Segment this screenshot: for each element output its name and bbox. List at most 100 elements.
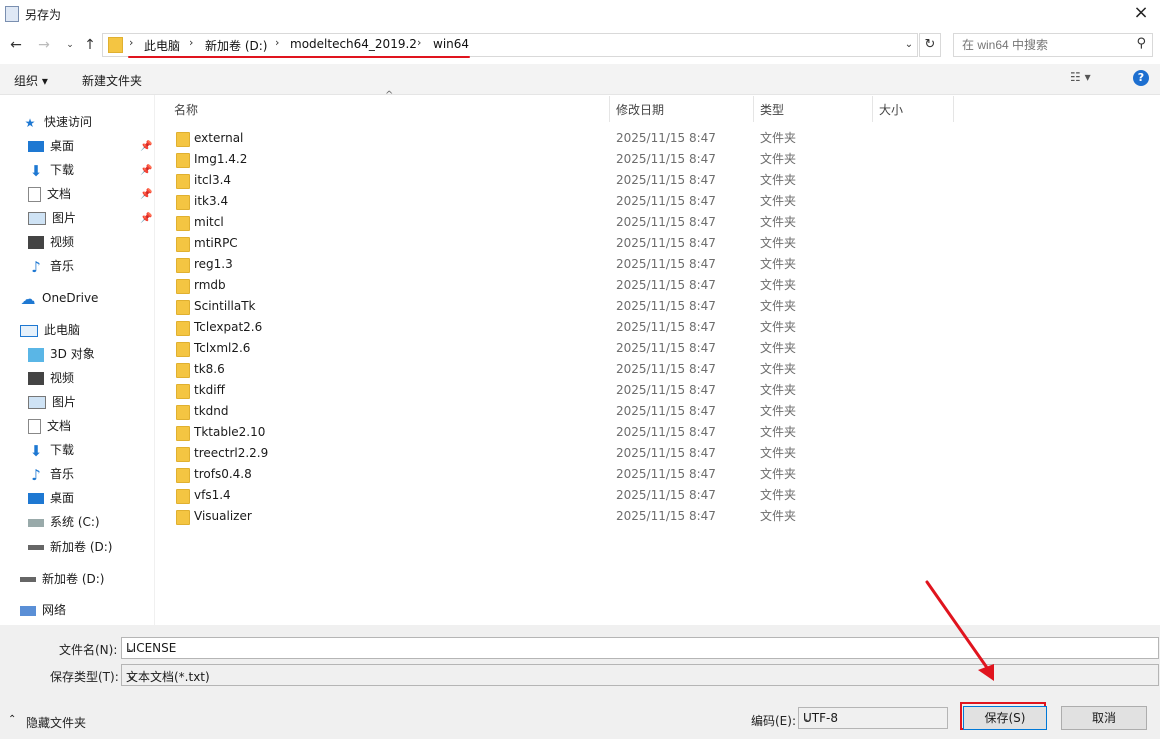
file-row[interactable]: rmdb 2025/11/15 8:47 文件夹: [170, 275, 950, 296]
desktop-icon: [28, 141, 44, 152]
new-folder-button[interactable]: 新建文件夹: [82, 72, 142, 89]
folder-icon: [176, 132, 190, 147]
column-divider[interactable]: [872, 96, 873, 122]
breadcrumb-modeltech[interactable]: modeltech64_2019.2: [290, 37, 417, 51]
file-row[interactable]: external 2025/11/15 8:47 文件夹: [170, 128, 950, 149]
column-header-type[interactable]: 类型: [760, 101, 784, 118]
sidebar-label: 音乐: [50, 259, 75, 273]
view-options-icon[interactable]: ☷ ▾: [1070, 70, 1091, 84]
file-row[interactable]: tkdiff 2025/11/15 8:47 文件夹: [170, 380, 950, 401]
refresh-icon[interactable]: ↻: [919, 33, 941, 57]
chevron-down-icon[interactable]: ⌄: [126, 641, 1154, 655]
pictures-icon: [28, 396, 46, 409]
sidebar-item-downloads[interactable]: ⬇ 下载: [28, 439, 74, 461]
filetype-select[interactable]: 文本文档(*.txt) ⌄: [121, 664, 1159, 686]
sidebar-item-drive-d[interactable]: 新加卷 (D:): [28, 536, 112, 558]
chevron-down-icon[interactable]: ⌄: [803, 711, 943, 725]
column-divider[interactable]: [953, 96, 954, 122]
search-box[interactable]: ⚲: [953, 33, 1153, 57]
file-row[interactable]: tk8.6 2025/11/15 8:47 文件夹: [170, 359, 950, 380]
pin-icon[interactable]: 📌: [140, 165, 152, 176]
address-dropdown-icon[interactable]: ⌄: [901, 34, 917, 56]
file-row[interactable]: tkdnd 2025/11/15 8:47 文件夹: [170, 401, 950, 422]
file-type: 文件夹: [760, 488, 797, 502]
sidebar-label: 文档: [47, 419, 72, 433]
sidebar-item-downloads[interactable]: ⬇ 下载: [28, 159, 74, 181]
sidebar-item-desktop[interactable]: 桌面: [28, 135, 74, 157]
breadcrumb-this-pc[interactable]: 此电脑: [144, 37, 180, 54]
file-row[interactable]: Img1.4.2 2025/11/15 8:47 文件夹: [170, 149, 950, 170]
pin-icon[interactable]: 📌: [140, 189, 152, 200]
file-modified: 2025/11/15 8:47: [616, 509, 716, 523]
back-arrow-icon[interactable]: ←: [8, 37, 24, 53]
chevron-down-icon[interactable]: ⌄: [126, 668, 1154, 682]
folder-icon: [176, 237, 190, 252]
file-type: 文件夹: [760, 215, 797, 229]
address-bar[interactable]: › 此电脑 › 新加卷 (D:) › modeltech64_2019.2 › …: [102, 33, 918, 57]
sidebar-label: 桌面: [50, 139, 75, 153]
filename-field[interactable]: LICENSE ⌄: [121, 637, 1159, 659]
column-header-modified[interactable]: 修改日期: [616, 101, 664, 118]
sidebar-label: OneDrive: [42, 291, 99, 305]
file-row[interactable]: ScintillaTk 2025/11/15 8:47 文件夹: [170, 296, 950, 317]
sidebar-drive-d[interactable]: 新加卷 (D:): [20, 568, 104, 590]
up-arrow-icon[interactable]: ↑: [82, 37, 98, 53]
video-icon: [28, 236, 44, 249]
file-row[interactable]: vfs1.4 2025/11/15 8:47 文件夹: [170, 485, 950, 506]
cancel-button[interactable]: 取消: [1061, 706, 1147, 730]
sidebar-item-videos[interactable]: 视频: [28, 367, 74, 389]
sidebar-label: 视频: [50, 235, 75, 249]
file-row[interactable]: itk3.4 2025/11/15 8:47 文件夹: [170, 191, 950, 212]
forward-arrow-icon[interactable]: →: [36, 37, 52, 53]
file-row[interactable]: Tclxml2.6 2025/11/15 8:47 文件夹: [170, 338, 950, 359]
sidebar-item-pictures[interactable]: 图片: [28, 207, 76, 229]
video-icon: [28, 372, 44, 385]
column-divider[interactable]: [753, 96, 754, 122]
column-header-name[interactable]: 名称: [174, 101, 198, 118]
help-icon[interactable]: ?: [1133, 70, 1149, 86]
file-type: 文件夹: [760, 404, 797, 418]
column-header-size[interactable]: 大小: [879, 101, 903, 118]
sidebar-item-videos[interactable]: 视频: [28, 231, 74, 253]
chevron-up-icon[interactable]: ⌃: [8, 714, 16, 725]
download-icon: ⬇: [29, 161, 43, 180]
recent-locations-chevron-icon[interactable]: ⌄: [62, 37, 78, 53]
organize-button[interactable]: 组织 ▾: [14, 72, 48, 89]
file-row[interactable]: trofs0.4.8 2025/11/15 8:47 文件夹: [170, 464, 950, 485]
file-row[interactable]: reg1.3 2025/11/15 8:47 文件夹: [170, 254, 950, 275]
pin-icon[interactable]: 📌: [140, 141, 152, 152]
sidebar-network[interactable]: 网络: [20, 599, 66, 621]
file-row[interactable]: mitcl 2025/11/15 8:47 文件夹: [170, 212, 950, 233]
pin-icon[interactable]: 📌: [140, 213, 152, 224]
sidebar-item-3d-objects[interactable]: 3D 对象: [28, 343, 95, 365]
hide-folders-button[interactable]: 隐藏文件夹: [26, 714, 86, 731]
breadcrumb-win64[interactable]: win64: [433, 37, 469, 51]
sidebar-this-pc[interactable]: 此电脑: [20, 319, 80, 341]
sidebar-item-drive-c[interactable]: 系统 (C:): [28, 511, 100, 533]
file-modified: 2025/11/15 8:47: [616, 236, 716, 250]
sidebar-label: 新加卷 (D:): [42, 572, 105, 586]
file-row[interactable]: Tktable2.10 2025/11/15 8:47 文件夹: [170, 422, 950, 443]
file-row[interactable]: Tclexpat2.6 2025/11/15 8:47 文件夹: [170, 317, 950, 338]
sidebar-onedrive[interactable]: ☁ OneDrive: [20, 287, 99, 309]
file-row[interactable]: mtiRPC 2025/11/15 8:47 文件夹: [170, 233, 950, 254]
sidebar-item-desktop[interactable]: 桌面: [28, 487, 74, 509]
file-row[interactable]: Visualizer 2025/11/15 8:47 文件夹: [170, 506, 950, 527]
sidebar-quick-access[interactable]: ★ 快速访问: [22, 111, 92, 133]
file-row[interactable]: treectrl2.2.9 2025/11/15 8:47 文件夹: [170, 443, 950, 464]
sidebar-item-documents[interactable]: 文档: [28, 183, 71, 205]
search-input[interactable]: [960, 34, 1134, 56]
sidebar-item-pictures[interactable]: 图片: [28, 391, 76, 413]
column-divider[interactable]: [609, 96, 610, 122]
encoding-select[interactable]: UTF-8 ⌄: [798, 707, 948, 729]
file-modified: 2025/11/15 8:47: [616, 131, 716, 145]
sidebar-item-music[interactable]: ♪ 音乐: [28, 255, 74, 277]
file-type: 文件夹: [760, 362, 797, 376]
close-button[interactable]: ×: [1128, 2, 1154, 24]
file-row[interactable]: itcl3.4 2025/11/15 8:47 文件夹: [170, 170, 950, 191]
sidebar-item-music[interactable]: ♪ 音乐: [28, 463, 74, 485]
breadcrumb-drive-d[interactable]: 新加卷 (D:): [205, 37, 267, 54]
save-button[interactable]: 保存(S): [963, 706, 1047, 730]
sidebar-item-documents[interactable]: 文档: [28, 415, 71, 437]
file-name: rmdb: [194, 278, 226, 292]
